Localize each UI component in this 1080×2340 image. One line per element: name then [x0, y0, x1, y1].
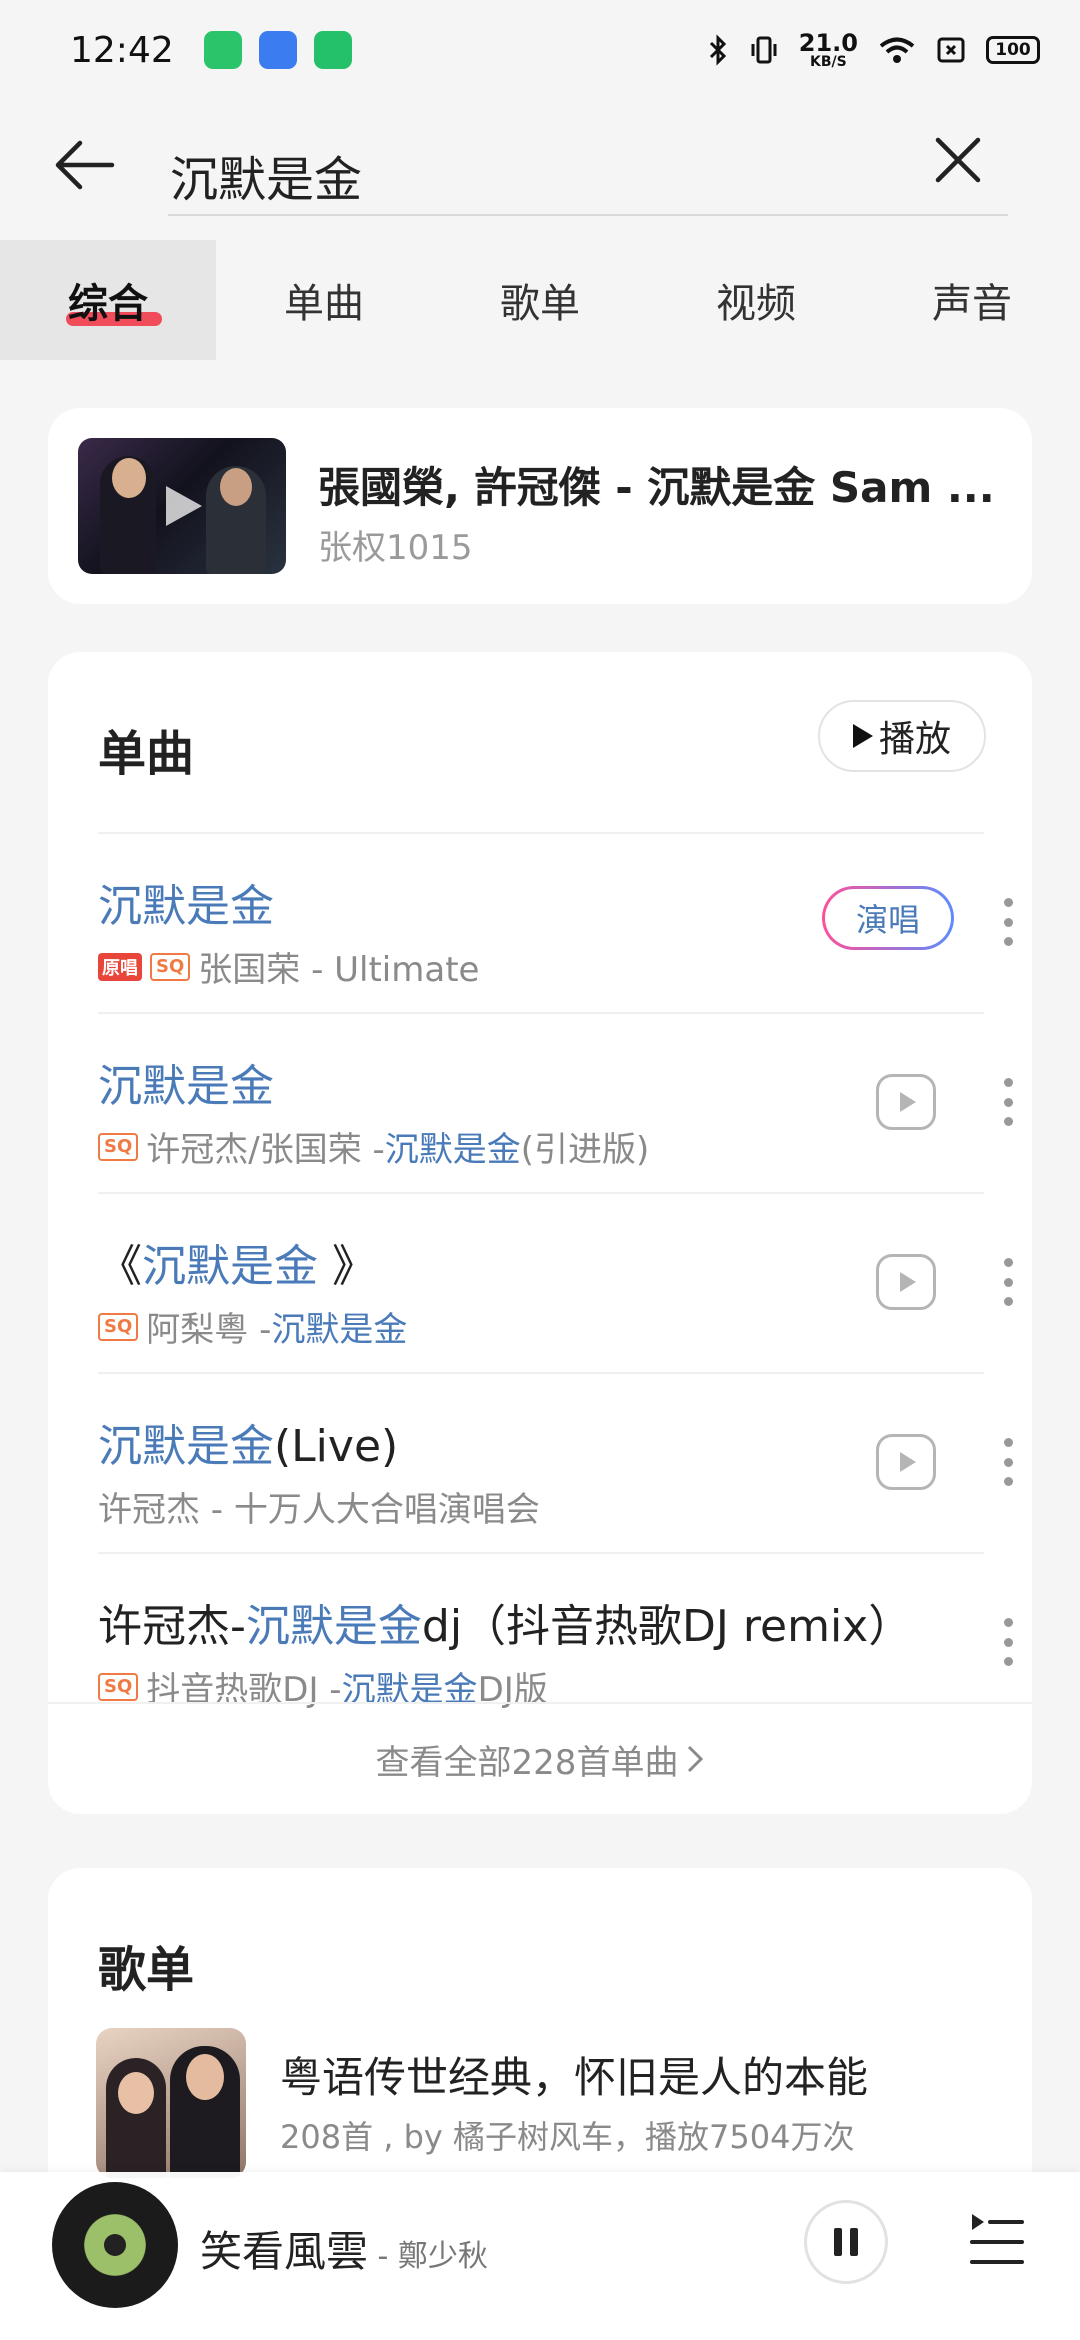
song-meta: SQ 阿梨粵 - 沉默是金	[98, 1302, 407, 1351]
now-playing: 笑看風雲 - 鄭少秋	[200, 2218, 488, 2279]
view-all-songs-link[interactable]: 查看全部228首单曲	[48, 1702, 1032, 1814]
more-options-icon[interactable]	[998, 892, 1018, 952]
play-video-button[interactable]	[876, 1254, 936, 1310]
play-icon	[166, 486, 202, 526]
album-disc[interactable]	[52, 2182, 178, 2308]
song-title: 沉默是金	[98, 881, 274, 932]
arrow-left-icon	[55, 140, 115, 190]
song-row[interactable]: 沉默是金 SQ 许冠杰/张国荣 - 沉默是金 (引进版)	[98, 1012, 1013, 1192]
wifi-icon	[879, 37, 915, 63]
tab-songs[interactable]: 单曲	[216, 240, 432, 360]
play-video-button[interactable]	[876, 1074, 936, 1130]
sq-badge: SQ	[98, 1312, 139, 1341]
playlist-queue-button[interactable]	[966, 2208, 1026, 2272]
result-tabs: 综合 单曲 歌单 视频 声音	[0, 240, 1080, 360]
now-playing-artist: - 鄭少秋	[368, 2239, 488, 2274]
video-uploader: 张权1015	[318, 528, 473, 568]
status-time: 12:42	[70, 29, 174, 71]
search-header: 沉默是金	[0, 100, 1080, 230]
status-right: 21.0 KB/S 100	[707, 31, 1040, 69]
sq-badge: SQ	[150, 952, 191, 981]
sing-button[interactable]: 演唱	[822, 886, 954, 950]
songs-section: 单曲 播放 沉默是金 原唱 SQ 张国荣 - Ultimate 演唱 沉默是金 …	[48, 652, 1032, 1814]
song-row[interactable]: 《沉默是金 》 SQ 阿梨粵 - 沉默是金	[98, 1192, 1013, 1372]
tab-playlists[interactable]: 歌单	[432, 240, 648, 360]
battery-icon: 100	[986, 36, 1040, 64]
close-icon	[935, 137, 981, 183]
vibrate-icon	[751, 36, 777, 64]
search-input[interactable]: 沉默是金	[168, 128, 1008, 216]
more-options-icon[interactable]	[998, 1432, 1018, 1492]
back-button[interactable]	[50, 130, 120, 200]
bluetooth-icon	[709, 34, 726, 66]
sq-badge: SQ	[98, 1132, 139, 1161]
phone-notification-icon	[313, 31, 352, 69]
mini-player[interactable]: 笑看風雲 - 鄭少秋	[0, 2172, 1080, 2340]
search-query: 沉默是金	[170, 152, 363, 208]
song-title: 沉默是金	[98, 1061, 274, 1112]
song-meta: 原唱 SQ 张国荣 - Ultimate	[98, 942, 479, 991]
clear-search-button[interactable]	[928, 130, 988, 190]
playlist-title[interactable]: 粤语传世经典，怀旧是人的本能	[280, 2044, 868, 2105]
tab-audio[interactable]: 声音	[864, 240, 1080, 360]
tab-overview[interactable]: 综合	[0, 240, 216, 360]
playlist-cover[interactable]	[96, 2028, 246, 2178]
song-title: 沉默是金(Live)	[98, 1421, 399, 1472]
song-title: 《沉默是金 》	[98, 1241, 376, 1292]
playlist-meta: 208首 , by 橘子树风车，播放7504万次	[280, 2118, 855, 2156]
video-thumbnail	[78, 438, 286, 574]
playlists-section-title: 歌单	[98, 1942, 195, 1998]
original-badge: 原唱	[98, 952, 142, 981]
song-title: 许冠杰-沉默是金dj（抖音热歌DJ remix）	[98, 1601, 913, 1652]
video-title: 張國榮, 許冠傑 - 沉默是金 Sam ...	[318, 463, 995, 512]
play-icon	[852, 724, 873, 748]
more-options-icon[interactable]	[998, 1612, 1018, 1672]
more-options-icon[interactable]	[998, 1252, 1018, 1312]
status-bar: 12:42 21.0 KB/S 100	[0, 0, 1080, 100]
songs-section-title: 单曲	[98, 726, 195, 782]
song-row[interactable]: 沉默是金 原唱 SQ 张国荣 - Ultimate 演唱	[98, 832, 1013, 1012]
video-result-card[interactable]: 張國榮, 許冠傑 - 沉默是金 Sam ... 张权1015	[48, 408, 1032, 604]
chevron-right-icon	[688, 1745, 704, 1773]
sq-badge: SQ	[98, 1672, 139, 1701]
sim-icon	[937, 37, 965, 63]
tab-videos[interactable]: 视频	[648, 240, 864, 360]
network-speed: 21.0 KB/S	[798, 29, 858, 70]
play-all-button[interactable]: 播放	[818, 700, 986, 772]
queue-icon	[970, 2214, 1024, 2264]
more-options-icon[interactable]	[998, 1072, 1018, 1132]
app-notification-icon	[203, 31, 242, 69]
song-row[interactable]: 沉默是金(Live) 许冠杰 - 十万人大合唱演唱会	[98, 1372, 1013, 1552]
song-meta: 许冠杰 - 十万人大合唱演唱会	[98, 1490, 540, 1530]
song-meta: SQ 许冠杰/张国荣 - 沉默是金 (引进版)	[98, 1122, 649, 1171]
pause-button[interactable]	[804, 2200, 888, 2284]
now-playing-title: 笑看風雲	[200, 2227, 369, 2276]
play-video-button[interactable]	[876, 1434, 936, 1490]
chat-notification-icon	[258, 31, 297, 69]
